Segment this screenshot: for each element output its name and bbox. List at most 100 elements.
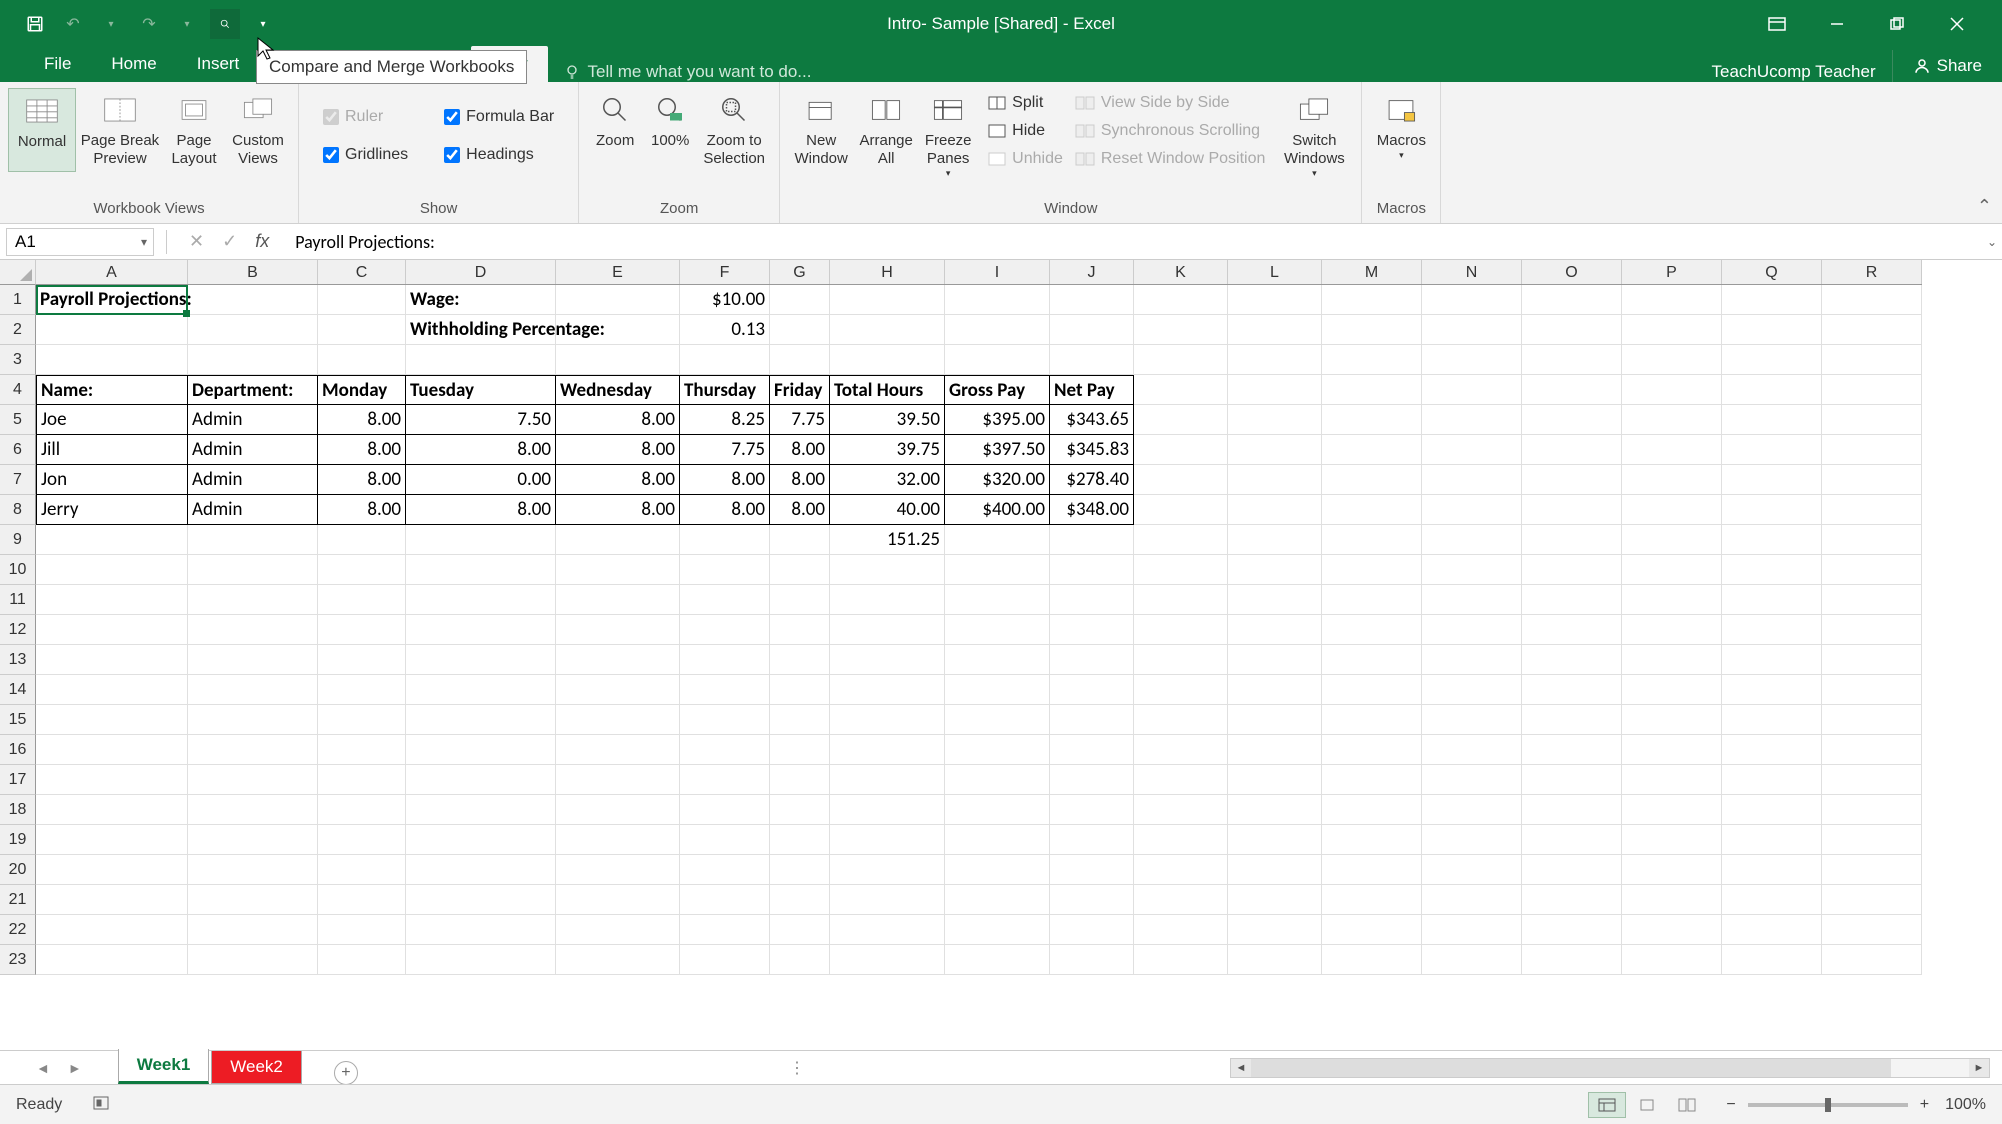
cell[interactable]	[830, 885, 945, 915]
cell[interactable]	[406, 855, 556, 885]
cell[interactable]: 40.00	[830, 495, 945, 525]
cell[interactable]	[1050, 285, 1134, 315]
cell[interactable]	[1522, 345, 1622, 375]
cell[interactable]	[188, 285, 318, 315]
hide-button[interactable]: Hide	[988, 120, 1063, 142]
cell[interactable]	[36, 585, 188, 615]
save-icon[interactable]	[20, 9, 50, 39]
cell[interactable]	[1722, 945, 1822, 975]
cell[interactable]	[1228, 315, 1322, 345]
cell[interactable]	[680, 915, 770, 945]
cell[interactable]	[1422, 405, 1522, 435]
cell[interactable]	[1422, 525, 1522, 555]
cell[interactable]	[1622, 405, 1722, 435]
cell[interactable]	[1422, 705, 1522, 735]
cell[interactable]	[36, 315, 188, 345]
cell[interactable]	[1722, 645, 1822, 675]
cell[interactable]	[1722, 855, 1822, 885]
cell[interactable]	[1522, 405, 1622, 435]
cell[interactable]: 39.75	[830, 435, 945, 465]
cell[interactable]	[556, 825, 680, 855]
cell[interactable]	[1134, 555, 1228, 585]
cell[interactable]	[1822, 825, 1922, 855]
cell[interactable]	[1622, 615, 1722, 645]
cell[interactable]	[1722, 315, 1822, 345]
tell-me-search[interactable]: Tell me what you want to do...	[548, 62, 812, 82]
row-header[interactable]: 23	[0, 945, 36, 975]
cell[interactable]	[1422, 435, 1522, 465]
cell[interactable]	[945, 645, 1050, 675]
cell[interactable]	[1134, 675, 1228, 705]
cell[interactable]: 8.00	[556, 435, 680, 465]
cell[interactable]	[36, 705, 188, 735]
cell[interactable]	[1822, 315, 1922, 345]
col-header[interactable]: O	[1522, 260, 1622, 284]
cell[interactable]: Withholding Percentage:	[406, 315, 556, 345]
split-button[interactable]: Split	[988, 92, 1063, 114]
cell[interactable]	[1822, 765, 1922, 795]
cell[interactable]	[1822, 615, 1922, 645]
account-name[interactable]: TeachUcomp Teacher	[1712, 62, 1892, 82]
select-all-corner[interactable]	[0, 260, 36, 285]
cell[interactable]	[1422, 285, 1522, 315]
cell[interactable]	[1322, 315, 1422, 345]
cell[interactable]	[1822, 495, 1922, 525]
cell[interactable]	[188, 855, 318, 885]
cell[interactable]	[770, 585, 830, 615]
cell[interactable]	[1050, 645, 1134, 675]
formula-bar-checkbox[interactable]: Formula Bar	[444, 104, 554, 130]
cell[interactable]: $345.83	[1050, 435, 1134, 465]
cell[interactable]: Name:	[36, 375, 188, 405]
hscroll-left-icon[interactable]: ◄	[1231, 1059, 1251, 1077]
cell[interactable]: 8.00	[770, 495, 830, 525]
cell[interactable]	[188, 885, 318, 915]
cell[interactable]	[556, 525, 680, 555]
cell[interactable]	[1228, 615, 1322, 645]
cell[interactable]	[188, 825, 318, 855]
col-header[interactable]: Q	[1722, 260, 1822, 284]
cell[interactable]	[36, 675, 188, 705]
cell[interactable]	[556, 885, 680, 915]
qat-customize-icon[interactable]: ▾	[248, 9, 278, 39]
row-header[interactable]: 6	[0, 435, 36, 465]
col-header[interactable]: I	[945, 260, 1050, 284]
cell[interactable]	[680, 675, 770, 705]
cell[interactable]	[36, 645, 188, 675]
cell[interactable]	[1822, 405, 1922, 435]
cell[interactable]: 8.00	[556, 495, 680, 525]
cell[interactable]	[36, 915, 188, 945]
col-header[interactable]: R	[1822, 260, 1922, 284]
cell[interactable]	[188, 765, 318, 795]
cell[interactable]	[318, 795, 406, 825]
cell[interactable]	[1134, 315, 1228, 345]
cell[interactable]	[1522, 615, 1622, 645]
cell[interactable]	[1050, 795, 1134, 825]
cell[interactable]	[1050, 855, 1134, 885]
minimize-icon[interactable]	[1822, 12, 1852, 36]
cell[interactable]	[318, 615, 406, 645]
cell[interactable]	[556, 345, 680, 375]
cell[interactable]	[1050, 885, 1134, 915]
cell[interactable]	[1622, 735, 1722, 765]
cell[interactable]	[1822, 675, 1922, 705]
cell[interactable]	[556, 945, 680, 975]
cell[interactable]	[1422, 795, 1522, 825]
cell[interactable]	[1522, 885, 1622, 915]
gridlines-checkbox[interactable]: Gridlines	[323, 142, 408, 168]
cell[interactable]	[1622, 645, 1722, 675]
cell[interactable]	[1522, 465, 1622, 495]
row-header[interactable]: 9	[0, 525, 36, 555]
zoom-track[interactable]	[1748, 1103, 1908, 1107]
cell[interactable]	[945, 675, 1050, 705]
col-header[interactable]: F	[680, 260, 770, 284]
cell[interactable]	[680, 945, 770, 975]
cell[interactable]	[945, 345, 1050, 375]
cell[interactable]	[406, 345, 556, 375]
cell[interactable]	[188, 615, 318, 645]
cell[interactable]	[556, 555, 680, 585]
cell[interactable]: Net Pay	[1050, 375, 1134, 405]
cell[interactable]	[36, 885, 188, 915]
cell[interactable]	[406, 765, 556, 795]
cell[interactable]: $10.00	[680, 285, 770, 315]
cell[interactable]	[188, 945, 318, 975]
